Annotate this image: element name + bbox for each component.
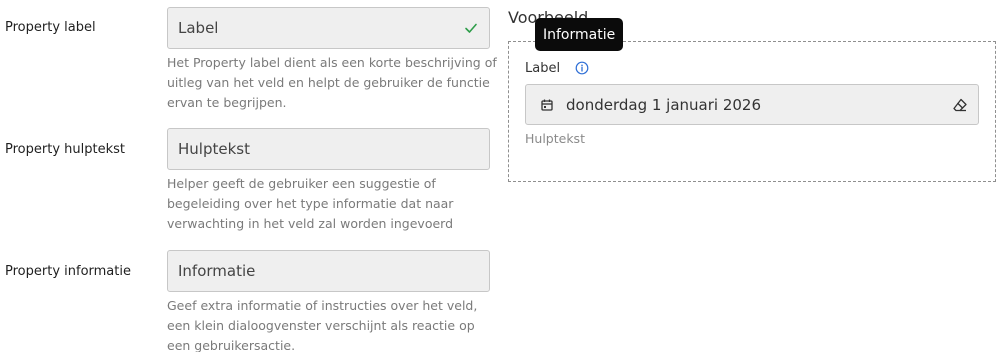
preview-date-value: donderdag 1 januari 2026 bbox=[566, 95, 762, 114]
helptext-input-value: Hulptekst bbox=[178, 140, 250, 158]
property-editor: Property label Label Het Property label … bbox=[0, 0, 997, 352]
information-input-value: Informatie bbox=[178, 262, 256, 280]
preview-help-text: Hulptekst bbox=[525, 131, 585, 146]
calendar-icon bbox=[540, 98, 554, 112]
property-label-title: Property label bbox=[5, 20, 96, 35]
property-information-title: Property informatie bbox=[5, 264, 131, 279]
information-input[interactable]: Informatie bbox=[167, 250, 490, 292]
helptext-input[interactable]: Hulptekst bbox=[167, 128, 490, 170]
property-helptext-title: Property hulptekst bbox=[5, 142, 125, 157]
preview-date-field[interactable]: donderdag 1 januari 2026 bbox=[525, 84, 979, 125]
eraser-icon[interactable] bbox=[952, 97, 968, 113]
info-tooltip: Informatie bbox=[535, 18, 624, 51]
check-icon bbox=[463, 20, 479, 36]
label-input-value: Label bbox=[178, 19, 219, 37]
information-help-text: Geef extra informatie of instructies ove… bbox=[167, 298, 478, 352]
label-input[interactable]: Label bbox=[167, 7, 490, 49]
info-icon[interactable] bbox=[575, 60, 589, 75]
preview-field-label: Label bbox=[525, 61, 561, 76]
helptext-help-text: Helper geeft de gebruiker een suggestie … bbox=[167, 176, 454, 231]
label-help-text: Het Property label dient als een korte b… bbox=[167, 55, 497, 110]
